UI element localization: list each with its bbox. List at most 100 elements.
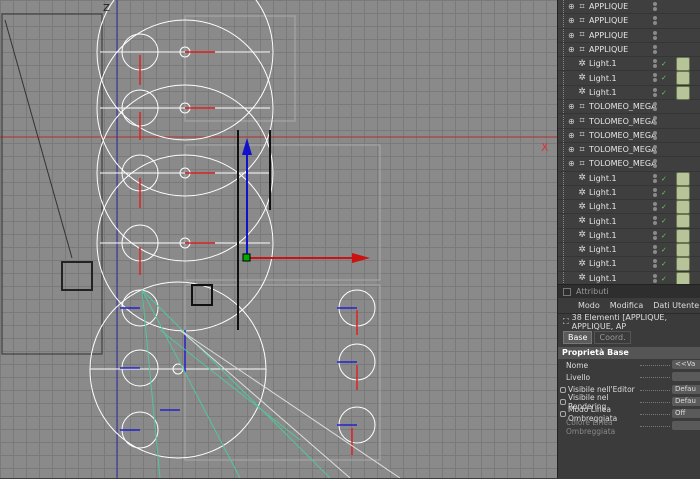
light-tag-icon[interactable] <box>676 214 690 229</box>
object-name[interactable]: TOLOMEO_MEGA <box>589 102 661 111</box>
list-item[interactable]: ✲ Light.1 ✓ <box>558 185 700 201</box>
object-name[interactable]: APPLIQUE <box>589 45 661 54</box>
attribute-value-field[interactable]: Defau <box>672 384 700 394</box>
object-name[interactable]: Light.1 <box>589 202 661 211</box>
visibility-dots-icon[interactable] <box>653 87 659 98</box>
enabled-check-icon[interactable]: ✓ <box>661 217 667 225</box>
object-name[interactable]: Light.1 <box>589 88 661 97</box>
list-item[interactable]: ✲ Light.1 ✓ <box>558 171 700 186</box>
menu-modo[interactable]: Modo <box>578 301 600 310</box>
expand-icon[interactable]: ⊕ <box>568 131 575 140</box>
visibility-dots-icon[interactable] <box>653 230 659 241</box>
visibility-dots-icon[interactable] <box>653 2 659 12</box>
visibility-dots-icon[interactable] <box>653 187 659 198</box>
list-item[interactable]: ✲ Light.1 ✓ <box>558 257 700 272</box>
visibility-dots-icon[interactable] <box>653 144 659 155</box>
expand-icon[interactable]: ⊕ <box>568 31 575 40</box>
enabled-check-icon[interactable]: ✓ <box>661 203 667 211</box>
light-tag-icon[interactable] <box>676 243 690 258</box>
menu-modifica[interactable]: Modifica <box>610 301 643 310</box>
visibility-dots-icon[interactable] <box>653 173 659 184</box>
animate-radio-icon[interactable] <box>560 411 566 418</box>
visibility-dots-icon[interactable] <box>653 259 659 269</box>
list-item[interactable]: ⊕ ⌗ APPLIQUE <box>558 0 700 15</box>
expand-icon[interactable]: ⊕ <box>568 159 575 168</box>
enabled-check-icon[interactable]: ✓ <box>661 189 667 197</box>
tab-coord[interactable]: Coord. <box>594 330 631 344</box>
panel-grip-icon[interactable] <box>563 288 571 296</box>
visibility-dots-icon[interactable] <box>653 16 659 26</box>
object-name[interactable]: APPLIQUE <box>589 31 661 40</box>
enabled-check-icon[interactable]: ✓ <box>661 260 667 268</box>
visibility-dots-icon[interactable] <box>653 30 659 41</box>
list-item[interactable]: ✲ Light.1 ✓ <box>558 57 700 72</box>
light-tag-icon[interactable] <box>676 85 690 100</box>
expand-icon[interactable]: ⊕ <box>568 117 575 126</box>
list-item[interactable]: ⊕ ⌗ APPLIQUE <box>558 14 700 29</box>
light-tag-icon[interactable] <box>676 271 690 284</box>
list-item[interactable]: ⊕ ⌗ TOLOMEO_MEGA <box>558 157 700 172</box>
animate-radio-icon[interactable] <box>560 399 566 406</box>
expand-icon[interactable]: ⊕ <box>568 16 575 25</box>
object-name[interactable]: Light.1 <box>589 174 661 183</box>
enabled-check-icon[interactable]: ✓ <box>661 89 667 97</box>
object-name[interactable]: TOLOMEO_MEGA <box>589 131 661 140</box>
visibility-dots-icon[interactable] <box>653 116 659 126</box>
enabled-check-icon[interactable]: ✓ <box>661 175 667 183</box>
list-item[interactable]: ✲ Light.1 ✓ <box>558 71 700 86</box>
enabled-check-icon[interactable]: ✓ <box>661 60 667 68</box>
expand-icon[interactable]: ⊕ <box>568 145 575 154</box>
attribute-value-field[interactable]: <<Va <box>672 360 700 369</box>
viewport-3d[interactable]: X Z <box>0 0 557 478</box>
list-item[interactable]: ✲ Light.1 ✓ <box>558 200 700 215</box>
list-item[interactable]: ✲ Light.1 ✓ <box>558 85 700 101</box>
object-name[interactable]: APPLIQUE <box>589 2 661 11</box>
visibility-dots-icon[interactable] <box>653 130 659 141</box>
expand-icon[interactable]: ⊕ <box>568 2 575 11</box>
attributes-title-bar[interactable]: Attributi <box>558 285 700 298</box>
light-tag-icon[interactable] <box>676 228 690 243</box>
object-manager-list[interactable]: ⊕ ⌗ APPLIQUE ⊕ ⌗ APPLIQUE ⊕ ⌗ APPLIQUE ⊕ ⌗ APPLIQUE… <box>558 0 700 284</box>
light-tag-icon[interactable] <box>676 57 690 72</box>
light-tag-icon[interactable] <box>676 171 690 186</box>
visibility-dots-icon[interactable] <box>653 202 659 212</box>
visibility-dots-icon[interactable] <box>653 159 659 169</box>
visibility-dots-icon[interactable] <box>653 245 659 255</box>
visibility-dots-icon[interactable] <box>653 102 659 112</box>
expand-icon[interactable]: ⊕ <box>568 102 575 111</box>
visibility-dots-icon[interactable] <box>653 273 659 284</box>
object-name[interactable]: Light.1 <box>589 74 661 83</box>
object-name[interactable]: TOLOMEO_MEGA <box>589 159 661 168</box>
list-item[interactable]: ⊕ ⌗ TOLOMEO_MEGA <box>558 143 700 158</box>
light-tag-icon[interactable] <box>676 71 690 86</box>
light-tag-icon[interactable] <box>676 257 690 272</box>
object-name[interactable]: Light.1 <box>589 188 661 197</box>
attribute-value-field[interactable] <box>672 372 700 382</box>
object-name[interactable]: Light.1 <box>589 245 661 254</box>
enabled-check-icon[interactable]: ✓ <box>661 246 667 254</box>
viewport-canvas[interactable] <box>0 0 557 478</box>
light-tag-icon[interactable] <box>676 185 690 200</box>
list-item[interactable]: ⊕ ⌗ TOLOMEO_MEGA <box>558 128 700 143</box>
list-item[interactable]: ✲ Light.1 ✓ <box>558 214 700 229</box>
visibility-dots-icon[interactable] <box>653 59 659 69</box>
tab-base[interactable]: Base <box>563 330 593 344</box>
expand-icon[interactable]: ⊕ <box>568 45 575 54</box>
object-name[interactable]: TOLOMEO_MEGA <box>589 145 661 154</box>
object-name[interactable]: Light.1 <box>589 259 661 268</box>
list-item[interactable]: ✲ Light.1 ✓ <box>558 228 700 244</box>
list-item[interactable]: ⊕ ⌗ TOLOMEO_MEGA <box>558 114 700 129</box>
object-name[interactable]: Light.1 <box>589 217 661 226</box>
enabled-check-icon[interactable]: ✓ <box>661 74 667 82</box>
enabled-check-icon[interactable]: ✓ <box>661 275 667 283</box>
object-name[interactable]: Light.1 <box>589 231 661 240</box>
list-item[interactable]: ✲ Light.1 ✓ <box>558 271 700 284</box>
object-name[interactable]: Light.1 <box>589 274 661 283</box>
list-item[interactable]: ⊕ ⌗ TOLOMEO_MEGA <box>558 100 700 115</box>
visibility-dots-icon[interactable] <box>653 44 659 55</box>
object-name[interactable]: APPLIQUE <box>589 16 661 25</box>
attribute-value-field[interactable] <box>672 421 700 431</box>
animate-radio-icon[interactable] <box>560 386 566 393</box>
object-name[interactable]: TOLOMEO_MEGA <box>589 117 661 126</box>
visibility-dots-icon[interactable] <box>653 216 659 226</box>
